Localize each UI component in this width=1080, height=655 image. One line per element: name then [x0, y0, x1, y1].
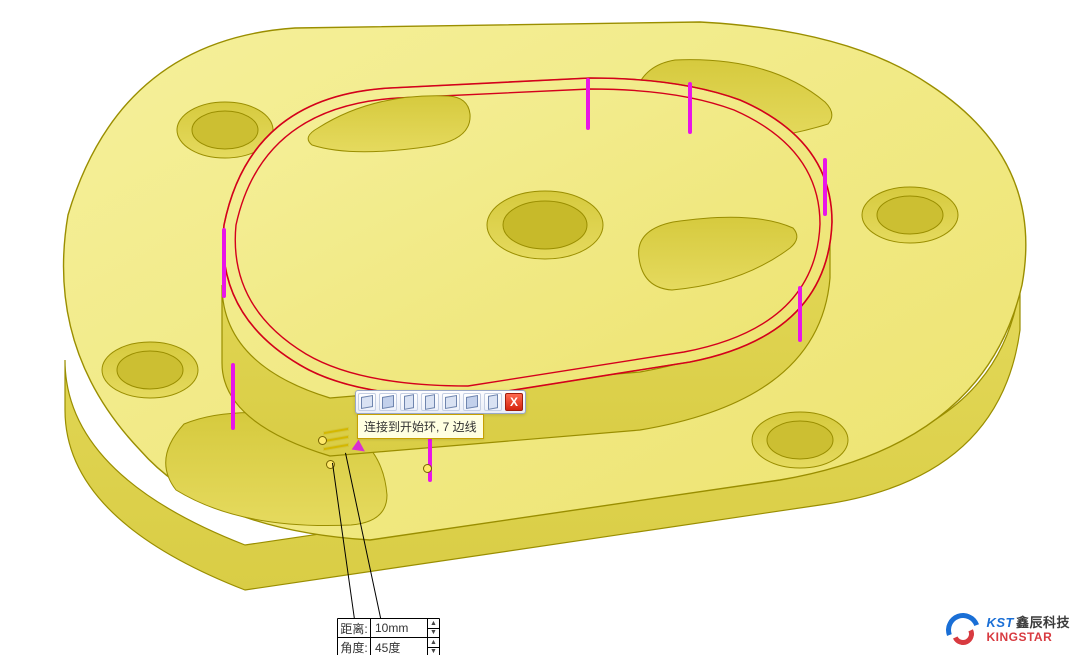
ctx-close-button[interactable]: X — [505, 393, 523, 411]
distance-input[interactable]: 10mm — [371, 619, 427, 637]
model-render — [0, 0, 1080, 655]
watermark-logo-icon — [946, 613, 980, 647]
cad-viewport[interactable]: X 连接到开始环, 7 边线 距离: 10mm ▲ ▼ 角度: 45度 ▲ ▼ — [0, 0, 1080, 655]
spinner-down-icon[interactable]: ▼ — [428, 629, 439, 638]
watermark-line-cn: KST鑫辰科技 — [986, 616, 1070, 630]
spinner-up-icon[interactable]: ▲ — [428, 638, 439, 648]
angle-spinner[interactable]: ▲ ▼ — [427, 638, 439, 655]
manip-handle-3[interactable] — [423, 464, 432, 473]
ctx-chamfer-face[interactable] — [442, 393, 460, 411]
spinner-up-icon[interactable]: ▲ — [428, 619, 439, 629]
angle-label: 角度: — [338, 638, 371, 655]
ctx-chamfer-vertex-2[interactable] — [421, 393, 439, 411]
ctx-chamfer-dist-dist[interactable] — [358, 393, 376, 411]
context-toolbar: X — [355, 390, 526, 414]
ctx-chamfer-offset[interactable] — [484, 393, 502, 411]
manip-handle-1[interactable] — [318, 436, 327, 445]
distance-spinner[interactable]: ▲ ▼ — [427, 619, 439, 637]
spinner-down-icon[interactable]: ▼ — [428, 648, 439, 655]
watermark-line-en: KINGSTAR — [986, 631, 1070, 644]
ctx-chamfer-vertex-1[interactable] — [400, 393, 418, 411]
ctx-chamfer-isoline[interactable] — [463, 393, 481, 411]
watermark: KST鑫辰科技 KINGSTAR — [946, 613, 1070, 647]
ctx-chamfer-dist-angle[interactable] — [379, 393, 397, 411]
chamfer-param-panel: 距离: 10mm ▲ ▼ 角度: 45度 ▲ ▼ — [337, 618, 440, 655]
distance-label: 距离: — [338, 619, 371, 637]
angle-input[interactable]: 45度 — [371, 638, 427, 655]
selection-tooltip: 连接到开始环, 7 边线 — [357, 414, 484, 439]
